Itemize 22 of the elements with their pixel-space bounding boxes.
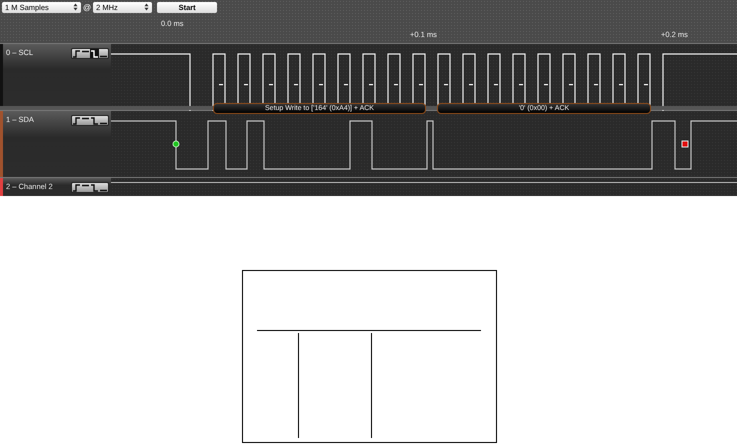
trigger-low-level-button[interactable] [99,49,108,58]
falling-edge-icon [90,116,99,124]
separator-label: @ [83,2,92,12]
trigger-high-level-button[interactable] [81,183,90,192]
falling-edge-icon [90,184,99,192]
stepper-icon [144,3,150,11]
stepper-icon [73,3,78,11]
rising-edge-icon [72,184,81,192]
falling-edge-icon [90,50,99,58]
trigger-rising-edge-button[interactable] [72,116,81,125]
trigger-rising-edge-button[interactable] [72,183,81,192]
trigger-falling-edge-button[interactable] [90,116,99,125]
trigger-low-level-button[interactable] [99,183,108,192]
stop-marker-icon [682,140,688,148]
trigger-rising-edge-button[interactable] [72,49,81,58]
trigger-high-level-button[interactable] [81,116,90,125]
rising-edge-icon [72,116,81,124]
rising-edge-icon [72,50,81,58]
start-marker-icon [172,140,180,148]
trigger-falling-edge-button[interactable] [90,183,99,192]
trigger-low-level-button[interactable] [99,116,108,125]
trigger-high-level-button[interactable] [81,49,90,58]
